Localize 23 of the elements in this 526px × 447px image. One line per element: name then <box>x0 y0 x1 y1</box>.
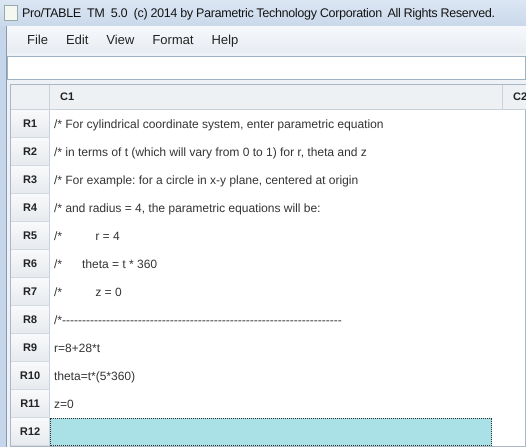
table-cell[interactable] <box>50 418 492 446</box>
row-header[interactable]: R10 <box>11 362 50 390</box>
row-header[interactable]: R5 <box>11 222 50 250</box>
row-header[interactable]: R11 <box>11 390 50 418</box>
menu-item[interactable]: File <box>20 30 55 49</box>
menu-item[interactable]: View <box>99 30 142 49</box>
row-header[interactable]: R7 <box>11 278 50 306</box>
formula-field[interactable] <box>7 56 526 80</box>
row-header[interactable]: R1 <box>11 110 50 138</box>
row-header[interactable]: R2 <box>11 138 50 166</box>
column-header[interactable]: C1 <box>50 85 503 110</box>
row-header[interactable]: R9 <box>11 334 50 362</box>
row-header[interactable]: R12 <box>11 418 50 446</box>
row-header[interactable]: R8 <box>11 306 50 334</box>
row-header[interactable]: R6 <box>11 250 50 278</box>
corner-cell[interactable] <box>11 85 50 110</box>
menu-item[interactable]: Help <box>204 30 246 49</box>
app-icon <box>4 5 18 21</box>
window-title: Pro/TABLE TM 5.0 (c) 2014 by Parametric Technology Corporation All Rights Reserved. <box>22 6 495 20</box>
row-header[interactable]: R4 <box>11 194 50 222</box>
row-header[interactable]: R3 <box>11 166 50 194</box>
menu-item[interactable]: Edit <box>58 30 96 49</box>
menu-item[interactable]: Format <box>145 30 200 49</box>
